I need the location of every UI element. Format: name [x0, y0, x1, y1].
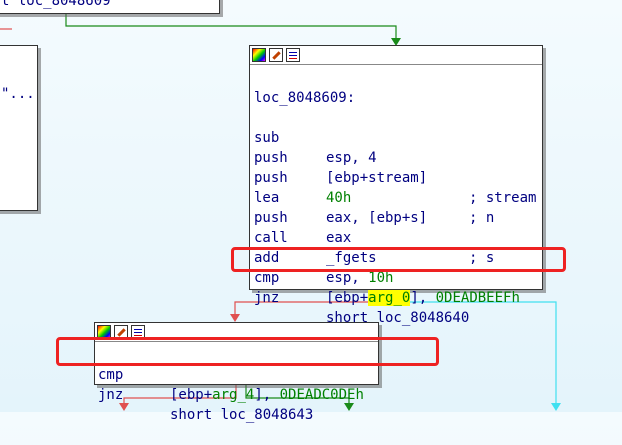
- annotation-box-cmp-arg0: [231, 247, 566, 272]
- instruction-line[interactable]: push eax ; s: [254, 188, 494, 266]
- list-icon[interactable]: [286, 48, 300, 62]
- operands: eax: [326, 230, 352, 246]
- main-block-toolbar: [250, 46, 542, 65]
- top-block-jump-text: t loc_8048609: [1, 0, 111, 9]
- comment: ; n: [469, 210, 495, 226]
- edge-arrow: [230, 314, 240, 322]
- edge-top-to-main: [65, 14, 397, 40]
- operands: 40h: [326, 190, 352, 206]
- immediate-value: 10h: [368, 270, 394, 286]
- instruction-line[interactable]: sub esp, 4: [254, 108, 377, 166]
- instruction-line[interactable]: push [ebp+stream] ; stream: [254, 128, 536, 206]
- block-label[interactable]: loc_8048609:: [254, 88, 355, 108]
- top-block-partial[interactable]: t loc_8048609: [0, 0, 220, 14]
- operands: [ebp+arg_4], 0DEADC0DEh: [170, 387, 364, 403]
- left-block-fragment: "...: [1, 86, 35, 102]
- operands: esp, 4: [326, 150, 377, 166]
- selected-operand-arg0[interactable]: arg_0: [368, 290, 411, 306]
- operands: [ebp+arg_0], 0DEADBEEFh: [326, 290, 520, 306]
- graph-icon[interactable]: [252, 48, 266, 62]
- immediate-value: 0DEADBEEFh: [435, 290, 520, 306]
- operands: [ebp+stream]: [326, 170, 428, 186]
- instruction-line[interactable]: lea eax, [ebp+s]: [254, 168, 427, 226]
- instruction-line[interactable]: push 40h ; n: [254, 148, 494, 226]
- operands: eax, [ebp+s]: [326, 210, 428, 226]
- mnemonic: jnz: [254, 290, 280, 306]
- instruction-line[interactable]: add esp, 10h: [254, 228, 393, 286]
- comment: ; stream: [469, 190, 537, 206]
- edge-arrow: [551, 403, 561, 411]
- immediate-value: 0DEADC0DEh: [279, 387, 364, 403]
- left-block-partial[interactable]: "...: [0, 45, 38, 211]
- mnemonic: jnz: [98, 387, 124, 403]
- jump-target[interactable]: short loc_8048643: [170, 405, 313, 425]
- instruction-line[interactable]: call _fgets: [254, 208, 377, 266]
- annotation-box-cmp-arg4: [56, 337, 439, 366]
- operand-arg4[interactable]: arg_4: [212, 387, 254, 403]
- instruction-line[interactable]: jnz short loc_8048643: [98, 365, 313, 423]
- edit-icon[interactable]: [269, 48, 283, 62]
